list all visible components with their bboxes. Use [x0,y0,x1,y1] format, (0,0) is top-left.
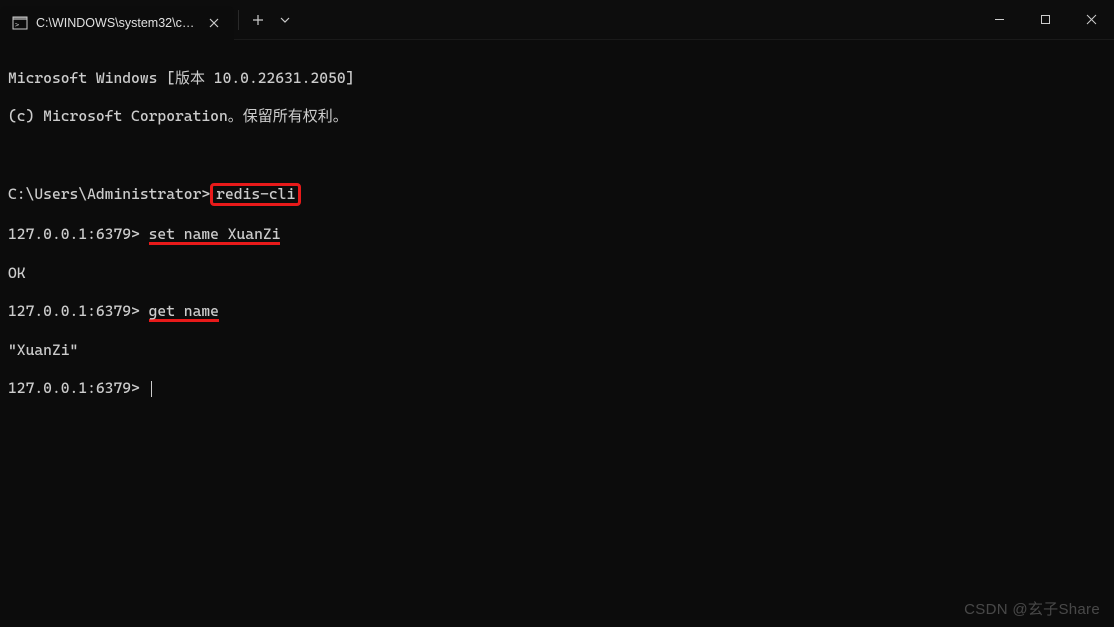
terminal-line: 127.0.0.1:6379> set name XuanZi [8,225,1106,245]
highlighted-command: set name XuanZi [149,227,281,245]
window-controls [976,0,1114,39]
cmd-prompt: C:\Users\Administrator> [8,185,210,203]
highlighted-command: get name [149,304,219,322]
redis-prompt: 127.0.0.1:6379> [8,379,149,397]
terminal-line: 127.0.0.1:6379> get name [8,302,1106,322]
tab-active[interactable]: >_ C:\WINDOWS\system32\cmd. [0,6,234,40]
close-button[interactable] [1068,0,1114,39]
tab-dropdown-button[interactable] [273,5,297,35]
terminal-line: OK [8,264,1106,283]
maximize-button[interactable] [1022,0,1068,39]
redis-prompt: 127.0.0.1:6379> [8,302,149,320]
watermark: CSDN @玄子Share [964,598,1100,619]
titlebar: >_ C:\WINDOWS\system32\cmd. [0,0,1114,40]
terminal-line: 127.0.0.1:6379> [8,379,1106,398]
terminal-line: C:\Users\Administrator>redis-cli [8,183,1106,206]
new-tab-button[interactable] [243,5,273,35]
cmd-icon: >_ [12,15,28,31]
minimize-button[interactable] [976,0,1022,39]
titlebar-left: >_ C:\WINDOWS\system32\cmd. [0,0,297,39]
terminal-line: Microsoft Windows [版本 10.0.22631.2050] [8,69,1106,88]
terminal-line [8,145,1106,164]
tab-close-button[interactable] [204,13,224,33]
terminal-line: (c) Microsoft Corporation。保留所有权利。 [8,107,1106,126]
terminal-output[interactable]: Microsoft Windows [版本 10.0.22631.2050] (… [0,40,1114,427]
highlighted-command: redis-cli [210,183,301,206]
terminal-line: "XuanZi" [8,341,1106,360]
cursor [151,381,153,397]
svg-text:>_: >_ [15,21,24,29]
redis-prompt: 127.0.0.1:6379> [8,225,149,243]
tab-title: C:\WINDOWS\system32\cmd. [36,16,196,30]
tab-divider [238,10,239,30]
